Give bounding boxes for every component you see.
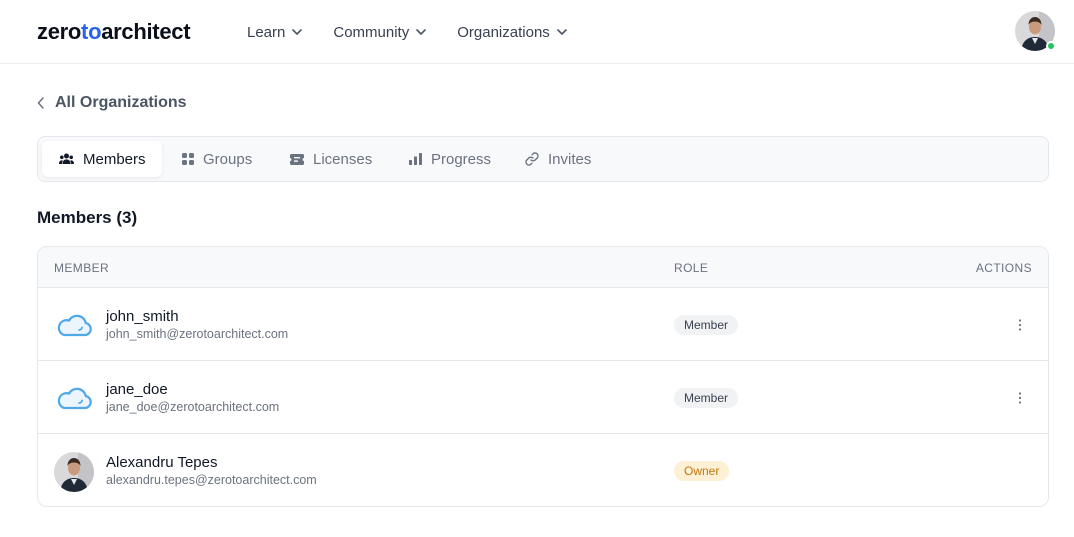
more-vertical-icon xyxy=(1018,392,1022,404)
nav-learn-label: Learn xyxy=(247,23,286,41)
tab-groups[interactable]: Groups xyxy=(182,141,252,177)
table-row: Alexandru Tepes alexandru.tepes@zerotoar… xyxy=(38,434,1048,506)
cloud-icon xyxy=(54,306,94,346)
tab-progress[interactable]: Progress xyxy=(409,141,491,177)
nav-community[interactable]: Community xyxy=(333,22,427,42)
organization-tabs: Members Groups Licenses Progress Invites xyxy=(37,136,1049,182)
tab-members[interactable]: Members xyxy=(42,141,162,177)
chevron-down-icon xyxy=(292,29,303,35)
nav-community-label: Community xyxy=(333,23,410,41)
nav-organizations-label: Organizations xyxy=(457,23,550,41)
member-email: john_smith@zerotoarchitect.com xyxy=(106,327,289,341)
site-logo[interactable]: zerotoarchitect xyxy=(37,19,191,45)
role-badge: Member xyxy=(674,388,739,408)
tab-licenses-label: Licenses xyxy=(313,150,373,168)
chevron-left-icon xyxy=(37,97,44,109)
members-table: MEMBER ROLE ACTIONS john_smith john_smit… xyxy=(37,246,1049,507)
member-name: Alexandru Tepes xyxy=(106,454,218,471)
bar-chart-icon xyxy=(409,153,422,165)
member-email: jane_doe@zerotoarchitect.com xyxy=(106,400,280,414)
members-section-title: Members (3) xyxy=(37,208,138,227)
chevron-down-icon xyxy=(416,29,427,35)
member-name: john_smith xyxy=(106,308,179,325)
users-icon xyxy=(59,153,74,165)
grid-icon xyxy=(182,153,194,165)
online-status-indicator xyxy=(1046,41,1056,51)
main-nav: Learn Community Organizations xyxy=(247,22,598,42)
more-vertical-icon xyxy=(1018,319,1022,331)
tab-progress-label: Progress xyxy=(431,150,492,168)
chevron-down-icon xyxy=(556,29,567,35)
tab-licenses[interactable]: Licenses xyxy=(290,141,372,177)
column-header-member: MEMBER xyxy=(54,261,110,275)
link-icon xyxy=(525,152,539,166)
back-link-label: All Organizations xyxy=(55,94,187,111)
column-header-role: ROLE xyxy=(674,261,709,275)
tab-invites-label: Invites xyxy=(548,150,592,168)
ticket-icon xyxy=(290,153,304,165)
row-actions-menu[interactable] xyxy=(1010,315,1030,335)
nav-learn[interactable]: Learn xyxy=(247,22,303,42)
table-header: MEMBER ROLE ACTIONS xyxy=(38,247,1048,288)
role-badge: Owner xyxy=(674,461,730,481)
tab-invites[interactable]: Invites xyxy=(525,141,591,177)
cloud-icon xyxy=(54,379,94,419)
member-name: jane_doe xyxy=(106,381,168,398)
member-email: alexandru.tepes@zerotoarchitect.com xyxy=(106,473,317,487)
table-row: jane_doe jane_doe@zerotoarchitect.com Me… xyxy=(38,361,1048,434)
back-to-organizations-link[interactable]: All Organizations xyxy=(37,94,187,112)
tab-members-label: Members xyxy=(83,150,146,168)
avatar xyxy=(54,452,94,492)
role-badge: Member xyxy=(674,315,739,335)
nav-organizations[interactable]: Organizations xyxy=(457,22,567,42)
tab-groups-label: Groups xyxy=(203,150,253,168)
top-navigation-bar: zerotoarchitect Learn Community Organiza… xyxy=(0,0,1074,64)
row-actions-menu[interactable] xyxy=(1010,388,1030,408)
table-row: john_smith john_smith@zerotoarchitect.co… xyxy=(38,288,1048,361)
column-header-actions: ACTIONS xyxy=(975,261,1032,275)
